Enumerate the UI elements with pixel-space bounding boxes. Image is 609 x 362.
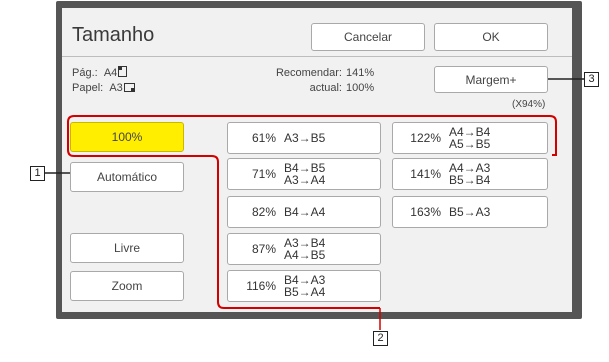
callout-overlay — [44, 78, 584, 330]
callout-3: 3 — [584, 72, 599, 87]
group-outline — [67, 115, 557, 156]
ratio-group-outline — [67, 149, 380, 309]
callout-1: 1 — [30, 166, 45, 181]
callout-2: 2 — [373, 331, 388, 346]
